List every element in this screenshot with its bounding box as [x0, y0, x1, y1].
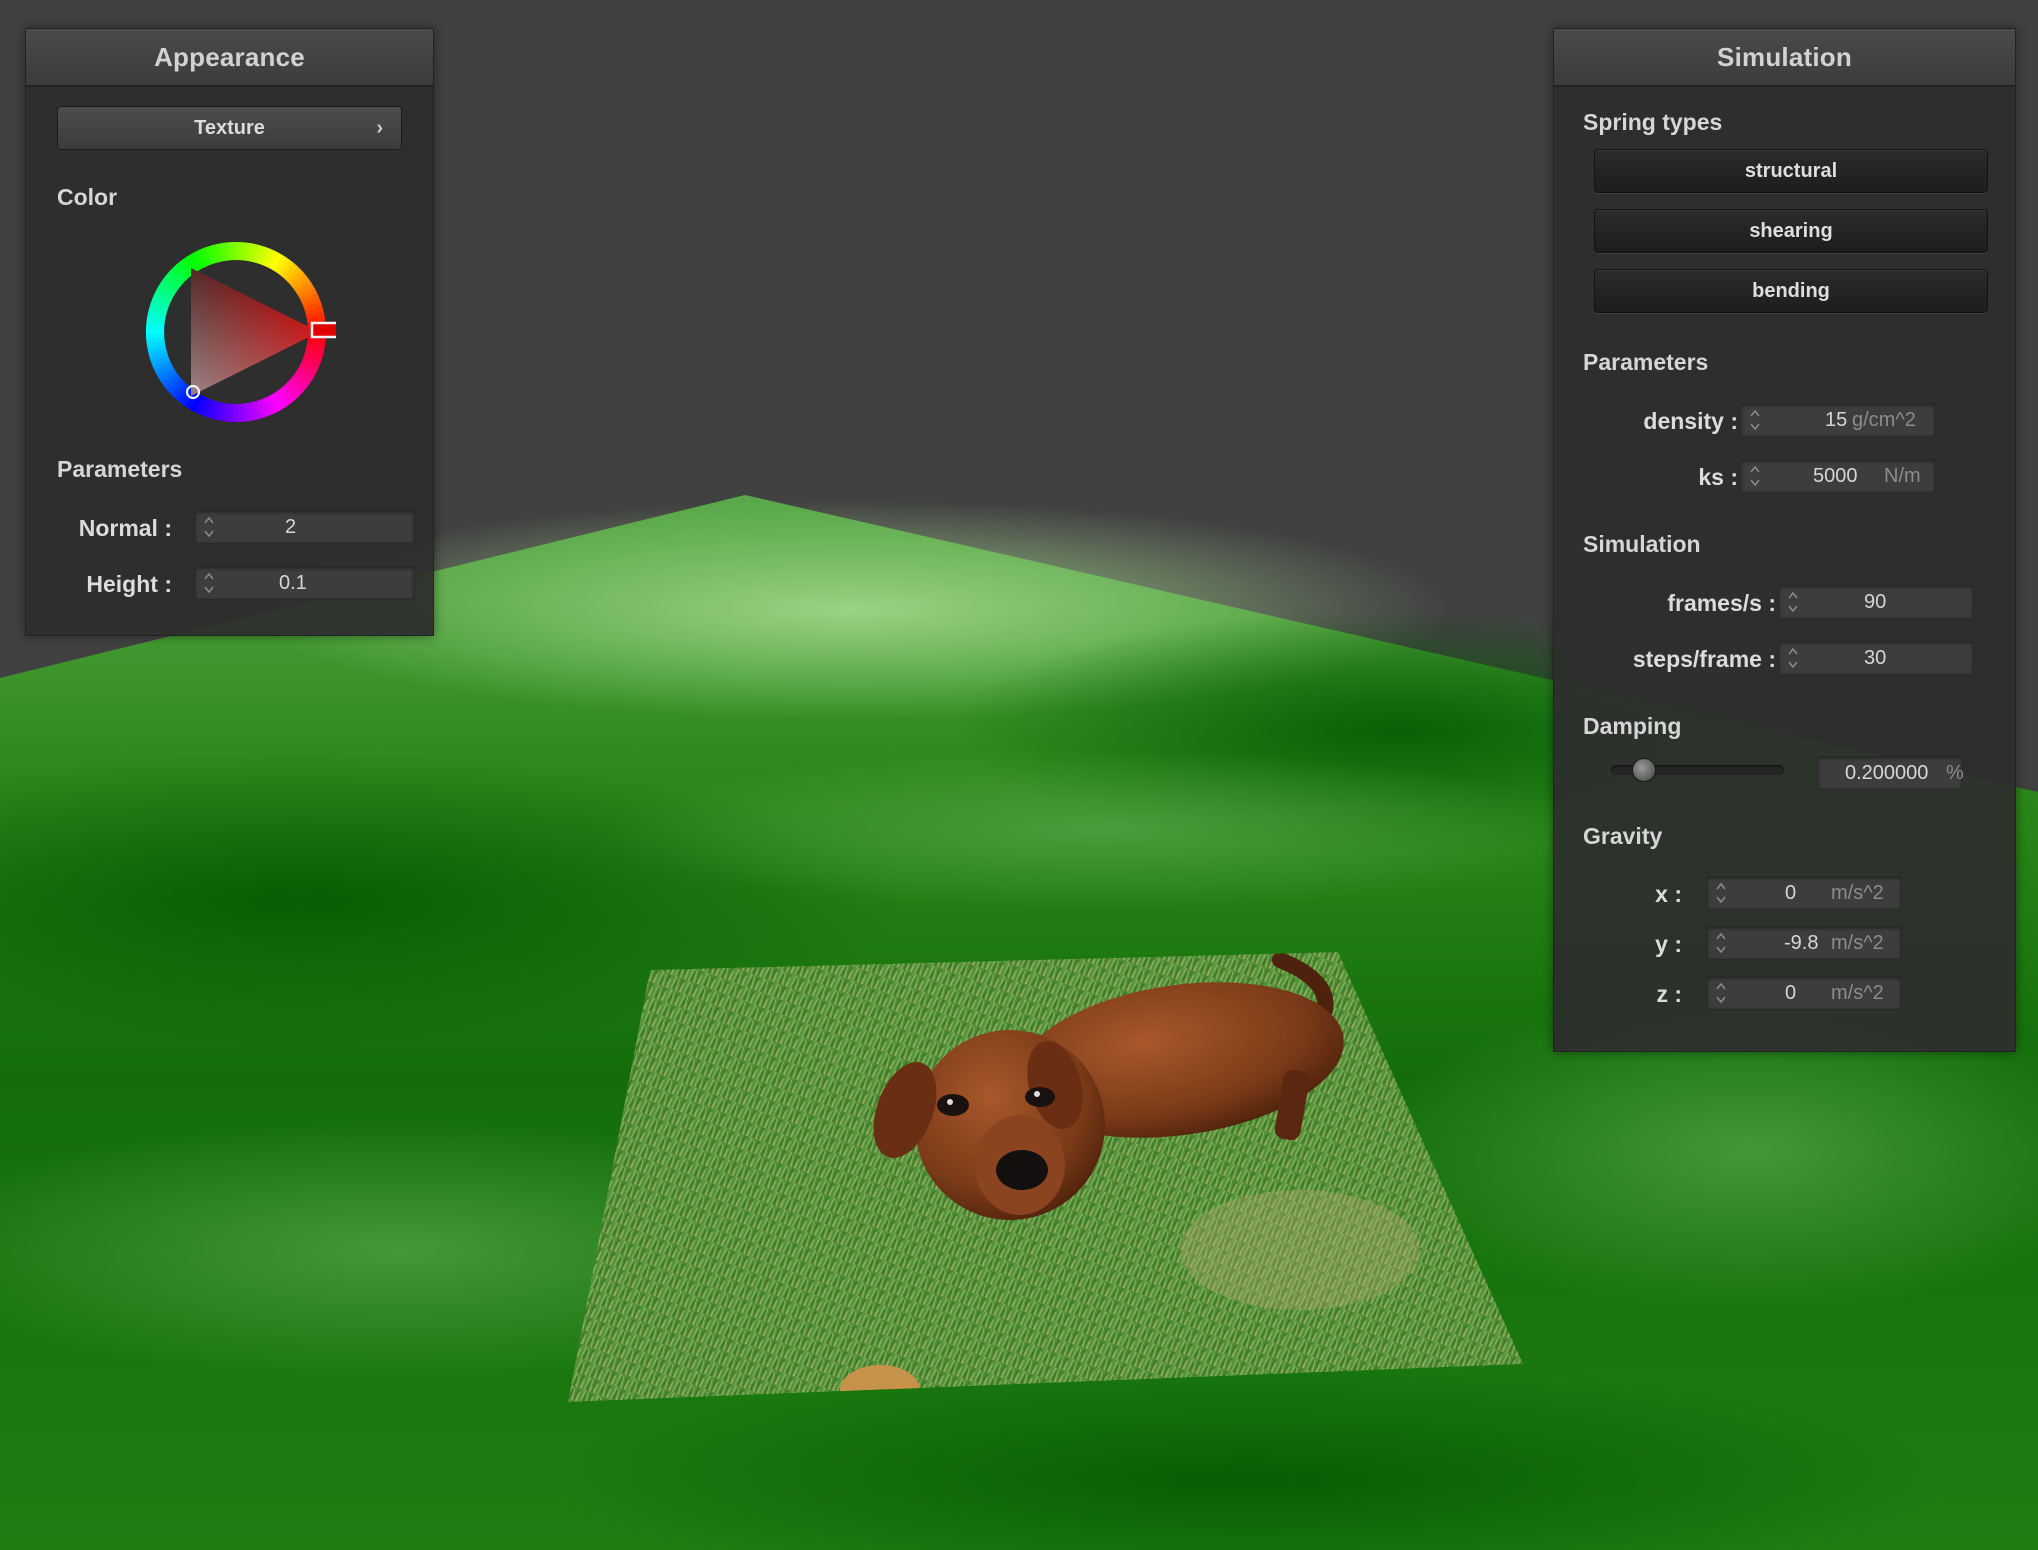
simulation-panel-title: Simulation [1554, 29, 2015, 87]
ks-unit: N/m [1884, 465, 1921, 487]
normal-spinbox[interactable]: 2 [194, 510, 415, 544]
hue-picker-handle[interactable] [310, 321, 336, 339]
spring-types-label: Spring types [1583, 109, 1723, 135]
ks-label: ks : [1698, 464, 1738, 490]
ks-value: 5000 [1813, 465, 1858, 487]
simulation-panel: Simulation Spring types structural shear… [1553, 28, 2016, 1052]
steps-per-frame-spinbox[interactable]: 30 [1778, 641, 1974, 675]
gravity-x-value: 0 [1785, 882, 1797, 904]
spin-arrows-icon[interactable] [1715, 879, 1727, 907]
gravity-x-unit: m/s^2 [1831, 882, 1884, 904]
height-value: 0.1 [279, 572, 307, 594]
gravity-x-label: x : [1655, 881, 1682, 907]
density-value: 15 [1825, 409, 1848, 431]
fps-value: 90 [1864, 591, 1887, 613]
gravity-z-unit: m/s^2 [1831, 982, 1884, 1004]
density-spinbox[interactable]: 15 g/cm^2 [1740, 403, 1936, 437]
spin-arrows-icon[interactable] [1715, 929, 1727, 957]
normal-value: 2 [285, 516, 297, 538]
gravity-y-unit: m/s^2 [1831, 932, 1884, 954]
gravity-x-spinbox[interactable]: 0 m/s^2 [1706, 876, 1902, 910]
gravity-y-value: -9.8 [1784, 932, 1819, 954]
fps-spinbox[interactable]: 90 [1778, 585, 1974, 619]
texture-button-label: Texture [194, 117, 265, 139]
spin-arrows-icon[interactable] [1749, 406, 1761, 434]
density-unit: g/cm^2 [1852, 409, 1916, 431]
spin-arrows-icon[interactable] [1715, 979, 1727, 1007]
damping-value: 0.200000 [1845, 762, 1929, 784]
spin-arrows-icon[interactable] [203, 569, 215, 597]
structural-spring-button[interactable]: structural [1594, 149, 1988, 193]
density-label: density : [1643, 408, 1738, 434]
spin-arrows-icon[interactable] [1787, 588, 1799, 616]
steps-per-frame-label: steps/frame : [1632, 646, 1776, 672]
appearance-panel: Appearance Texture › Color Parameters No… [25, 28, 434, 636]
height-label: Height : [86, 571, 172, 597]
height-spinbox[interactable]: 0.1 [194, 566, 415, 600]
damping-slider-knob[interactable] [1632, 758, 1657, 782]
damping-label: Damping [1583, 713, 1682, 739]
bending-spring-button[interactable]: bending [1594, 269, 1988, 313]
spin-arrows-icon[interactable] [203, 513, 215, 541]
texture-button[interactable]: Texture › [57, 106, 402, 150]
chevron-right-icon: › [376, 117, 383, 139]
ks-spinbox[interactable]: 5000 N/m [1740, 459, 1936, 493]
normal-label: Normal : [78, 515, 172, 541]
spin-arrows-icon[interactable] [1749, 462, 1761, 490]
color-section-label: Color [57, 184, 118, 210]
shearing-spring-button[interactable]: shearing [1594, 209, 1988, 253]
fps-label: frames/s : [1667, 590, 1776, 616]
gravity-z-spinbox[interactable]: 0 m/s^2 [1706, 976, 1902, 1010]
appearance-parameters-label: Parameters [57, 456, 183, 482]
gravity-y-label: y : [1655, 931, 1682, 957]
spin-arrows-icon[interactable] [1787, 644, 1799, 672]
gravity-y-spinbox[interactable]: -9.8 m/s^2 [1706, 926, 1902, 960]
gravity-z-value: 0 [1785, 982, 1797, 1004]
damping-unit: % [1946, 762, 1964, 784]
gravity-z-label: z : [1656, 981, 1682, 1007]
color-wheel[interactable] [136, 232, 336, 432]
steps-per-frame-value: 30 [1864, 647, 1887, 669]
gravity-label: Gravity [1583, 823, 1663, 849]
simulation-parameters-label: Parameters [1583, 349, 1709, 375]
simulation-section-label: Simulation [1583, 531, 1701, 557]
damping-field[interactable]: 0.200000 % [1817, 756, 1964, 790]
appearance-panel-title: Appearance [26, 29, 433, 87]
